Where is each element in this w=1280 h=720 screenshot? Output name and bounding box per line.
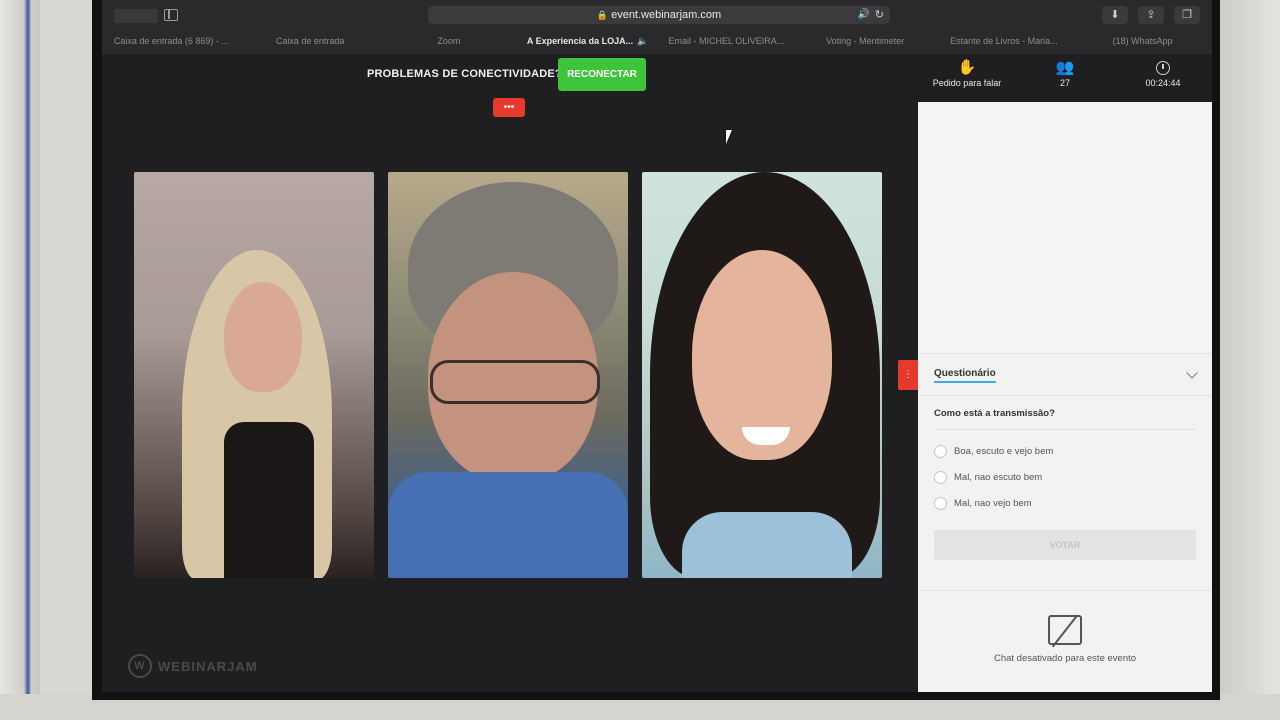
people-icon: 👥: [1055, 59, 1075, 76]
radio-button[interactable]: [934, 444, 947, 458]
quiz-option-label: Mal, nao escuto bem: [954, 471, 1043, 483]
quiz-title: Questionário: [934, 366, 996, 383]
speaker-icon[interactable]: 🔊: [858, 6, 870, 24]
url-text: event.webinarjam.com: [611, 9, 722, 21]
tab-bookshelf[interactable]: Estante de Livros - Maria...: [935, 30, 1074, 54]
attendees-count: 27: [1059, 78, 1070, 88]
radio-button[interactable]: [934, 470, 947, 484]
tab-inbox-count[interactable]: Caixa de entrada (6 869) - ...: [102, 30, 241, 54]
laptop-screen: 🔒 event.webinarjam.com 🔊 ↻ ⬇ ⇪ ❐ Caixa de…: [92, 0, 1220, 700]
timer-value: 00:24:44: [1145, 78, 1181, 88]
webinarjam-logo: W WEBINARJAM: [128, 654, 258, 678]
hand-icon: ✋: [957, 59, 977, 76]
session-toolbar: ✋ Pedido para falar 👥 27 00:24:44: [918, 54, 1212, 102]
chat-area: Chat desativado para este evento: [918, 590, 1212, 692]
quiz-option[interactable]: Boa, escuto e vejo bem: [934, 438, 1196, 464]
right-panel: Questionário Como está a transmissão? Bo…: [918, 102, 1212, 692]
video-tile-presenter-2[interactable]: [388, 172, 628, 578]
tab-voting[interactable]: Voting - Mentimeter: [796, 30, 935, 54]
more-options-button[interactable]: •••: [493, 98, 525, 117]
vote-button[interactable]: VOTAR: [934, 530, 1196, 560]
tab-audio-icon[interactable]: 🔈: [637, 36, 648, 46]
webinarjam-logo-icon: W: [128, 654, 152, 678]
webinar-stage: PROBLEMAS DE CONECTIVIDADE? RECONECTAR •…: [102, 54, 918, 692]
browser-chrome: 🔒 event.webinarjam.com 🔊 ↻ ⬇ ⇪ ❐ Caixa de…: [102, 0, 1212, 54]
tab-inbox[interactable]: Caixa de entrada: [241, 30, 380, 54]
quiz-option-label: Boa, escuto e vejo bem: [954, 445, 1054, 457]
tab-zoom[interactable]: Zoom: [380, 30, 519, 54]
reconnect-button[interactable]: RECONECTAR: [558, 58, 646, 91]
tab-webinar[interactable]: A Experiencia da LOJA... 🔈: [518, 30, 657, 54]
tab-whatsapp[interactable]: (18) WhatsApp: [1073, 30, 1212, 54]
presenter-body: [224, 422, 314, 578]
chat-disabled-text: Chat desativado para este evento: [993, 653, 1137, 664]
brand-name: WEBINARJAM: [158, 658, 258, 674]
connectivity-prompt: PROBLEMAS DE CONECTIVIDADE?: [367, 68, 562, 80]
reload-icon[interactable]: ↻: [875, 6, 884, 24]
tab-bar: Caixa de entrada (6 869) - ... Caixa de …: [102, 30, 1212, 54]
laptop-bezel-left: [0, 0, 40, 720]
video-tile-presenter-1[interactable]: [134, 172, 374, 578]
panel-empty-area: [918, 102, 1212, 354]
sidebar-toggle-icon[interactable]: [164, 9, 178, 21]
clock-icon: [1156, 61, 1170, 75]
address-bar[interactable]: 🔒 event.webinarjam.com 🔊 ↻: [428, 6, 890, 24]
download-icon[interactable]: ⬇: [1102, 6, 1128, 24]
quiz-question: Como está a transmissão?: [934, 396, 1196, 430]
tab-email[interactable]: Email - MICHEL OLIVEIRA...: [657, 30, 796, 54]
presenter-body: [682, 512, 852, 578]
glasses-shape: [430, 360, 600, 404]
chevron-down-icon[interactable]: [1186, 366, 1198, 379]
mouse-cursor-icon: [726, 130, 732, 144]
quiz-header[interactable]: Questionário: [918, 354, 1212, 396]
radio-button[interactable]: [934, 496, 947, 510]
quiz-option[interactable]: Mal, nao vejo bem: [934, 490, 1196, 516]
tabs-overview-icon[interactable]: ❐: [1174, 6, 1200, 24]
tab-webinar-label: A Experiencia da LOJA...: [526, 36, 634, 46]
share-icon[interactable]: ⇪: [1138, 6, 1164, 24]
presenter-body: [388, 472, 628, 578]
video-tile-presenter-3[interactable]: [642, 172, 882, 578]
raise-hand-label: Pedido para falar: [932, 78, 1002, 88]
lock-icon: 🔒: [596, 10, 609, 20]
chat-disabled-icon: [1048, 615, 1082, 645]
timer: 00:24:44: [1114, 54, 1212, 102]
attendees-button[interactable]: 👥 27: [1016, 54, 1114, 102]
quiz-option[interactable]: Mal, nao escuto bem: [934, 464, 1196, 490]
back-forward-buttons[interactable]: [114, 9, 158, 23]
presenter-face: [224, 282, 302, 392]
raise-hand-button[interactable]: ✋ Pedido para falar: [918, 54, 1016, 102]
quiz-option-label: Mal, nao vejo bem: [954, 497, 1032, 509]
side-menu-toggle[interactable]: ⋮: [898, 360, 918, 390]
quiz-options: Boa, escuto e vejo bem Mal, nao escuto b…: [918, 430, 1212, 522]
